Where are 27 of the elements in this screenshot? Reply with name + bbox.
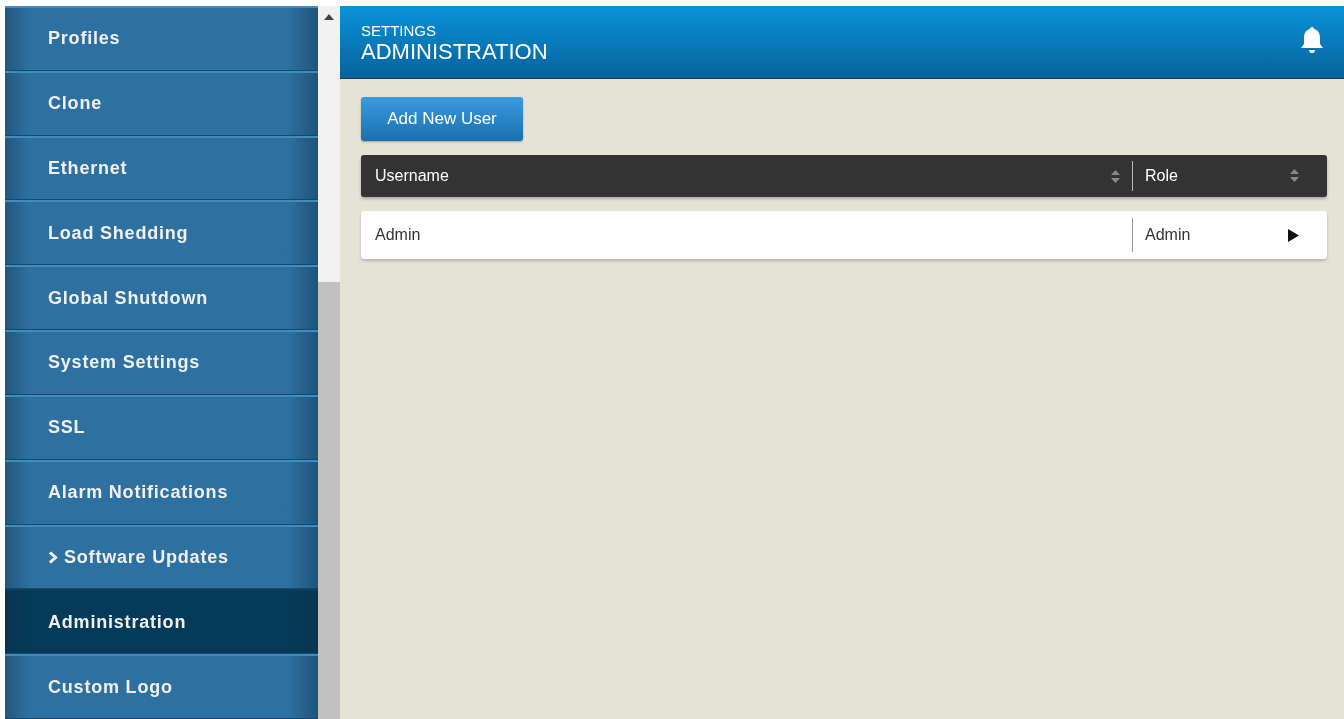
column-header[interactable]: Username bbox=[375, 167, 1111, 185]
sidebar-item[interactable]: Software Updates bbox=[5, 524, 318, 590]
sidebar-item[interactable]: Clone bbox=[5, 70, 318, 136]
sidebar-item[interactable]: Alarm Notifications bbox=[5, 459, 318, 525]
play-arrow-icon[interactable] bbox=[1288, 228, 1299, 242]
scroll-thumb[interactable] bbox=[318, 282, 340, 719]
sort-icon[interactable] bbox=[1290, 169, 1299, 183]
sidebar-item[interactable]: Global Shutdown bbox=[5, 265, 318, 331]
page-title: ADMINISTRATION bbox=[361, 39, 548, 65]
table-cell-text: Admin bbox=[1145, 226, 1192, 244]
section-label: SETTINGS bbox=[361, 22, 437, 39]
scrollbar[interactable] bbox=[318, 6, 340, 719]
table-cell: Admin bbox=[375, 226, 421, 244]
sidebar-item[interactable]: Administration bbox=[5, 589, 318, 655]
sidebar-item[interactable]: Profiles bbox=[5, 6, 318, 71]
column-header[interactable]: Role bbox=[1145, 167, 1290, 185]
add-user-button[interactable]: Add New User bbox=[361, 97, 523, 141]
chevron-right-icon bbox=[48, 550, 58, 564]
sidebar-item[interactable]: SSL bbox=[5, 394, 318, 460]
sidebar-item[interactable]: System Settings bbox=[5, 330, 318, 395]
bell-icon[interactable] bbox=[1299, 26, 1325, 54]
sort-icon[interactable] bbox=[1111, 169, 1120, 183]
sidebar-item[interactable]: Ethernet bbox=[5, 135, 318, 201]
table-row[interactable]: Admin Admin bbox=[361, 211, 1327, 259]
sidebar-item[interactable]: Custom Logo bbox=[5, 654, 318, 719]
scroll-up-arrow-icon[interactable] bbox=[324, 14, 334, 20]
sidebar-item[interactable]: Load Shedding bbox=[5, 200, 318, 266]
